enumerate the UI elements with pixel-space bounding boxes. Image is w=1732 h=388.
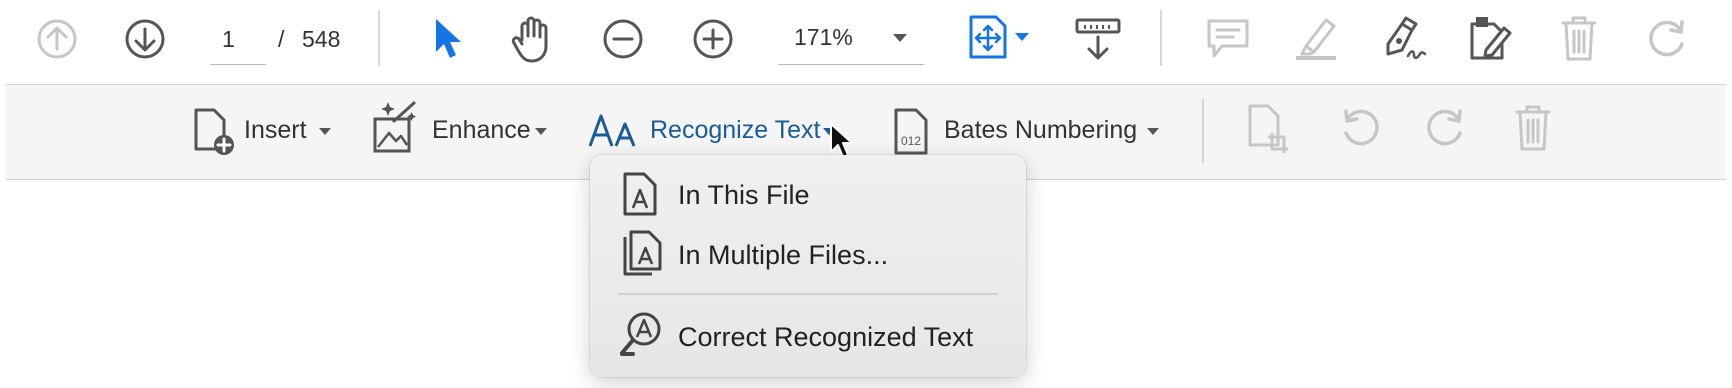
rotate-counterclockwise-icon[interactable]: [1336, 107, 1382, 151]
zoom-dropdown-icon[interactable]: [892, 32, 908, 44]
menu-item-in-multiple-files[interactable]: In Multiple Files...: [590, 229, 1026, 281]
recognize-text-button[interactable]: Recognize Text: [588, 107, 844, 157]
toolbar-divider: [378, 10, 380, 66]
insert-label: Insert: [244, 116, 307, 144]
main-toolbar: 1 / 548 171%: [6, 0, 1726, 85]
zoom-underline: [778, 64, 924, 65]
edit-pdf-icon[interactable]: [1466, 14, 1516, 64]
measure-icon[interactable]: [1074, 16, 1122, 64]
insert-dropdown-icon: [319, 128, 331, 135]
fill-and-sign-icon[interactable]: [1380, 14, 1428, 64]
delete-icon[interactable]: [1560, 14, 1598, 62]
crop-page-icon[interactable]: [1246, 103, 1292, 155]
enhance-label: Enhance: [432, 116, 531, 144]
zoom-in-icon[interactable]: [692, 18, 734, 60]
insert-page-icon: [194, 108, 234, 155]
page-total: 548: [302, 26, 341, 52]
zoom-level[interactable]: 171%: [794, 24, 853, 51]
menu-separator: [618, 293, 998, 295]
zoom-out-icon[interactable]: [602, 18, 644, 60]
bates-numbering-button[interactable]: 012 Bates Numbering: [892, 107, 1172, 157]
hand-tool-icon[interactable]: [510, 14, 558, 64]
recognize-text-label: Recognize Text: [650, 116, 821, 144]
menu-item-label: In Multiple Files...: [678, 240, 889, 270]
insert-button[interactable]: Insert: [192, 107, 342, 157]
multiple-files-text-icon: [623, 230, 662, 276]
bates-numbering-label: Bates Numbering: [944, 116, 1138, 144]
single-file-text-icon: [623, 172, 657, 216]
toolbar-divider-3: [1202, 99, 1204, 163]
recognize-text-icon: [588, 114, 636, 147]
menu-item-label: In This File: [678, 180, 810, 210]
page-display-icon[interactable]: [968, 14, 1008, 60]
bates-numbering-dropdown-icon: [1147, 128, 1159, 135]
redo-icon[interactable]: [1646, 18, 1692, 62]
highlighter-icon[interactable]: [1292, 14, 1340, 62]
comment-icon[interactable]: [1206, 18, 1250, 60]
svg-text:012: 012: [901, 134, 921, 148]
bates-numbering-icon: 012: [894, 108, 928, 155]
page-separator: /: [278, 26, 285, 52]
delete-page-icon[interactable]: [1514, 103, 1552, 153]
previous-page-icon[interactable]: [36, 18, 78, 60]
menu-item-in-this-file[interactable]: In This File: [590, 169, 1026, 221]
recognize-text-menu: In This File In Multiple Files... Correc…: [590, 155, 1026, 377]
enhance-button[interactable]: Enhance: [372, 101, 552, 157]
toolbar-divider-2: [1160, 10, 1162, 66]
correct-text-icon: [620, 312, 661, 356]
rotate-clockwise-icon[interactable]: [1424, 107, 1470, 151]
enhance-icon: [373, 101, 416, 153]
menu-item-correct-recognized-text[interactable]: Correct Recognized Text: [590, 311, 1026, 363]
next-page-icon[interactable]: [124, 18, 166, 60]
page-number-input[interactable]: 1: [222, 26, 235, 53]
page-display-dropdown-icon[interactable]: [1014, 31, 1030, 43]
page-input-underline: [210, 64, 266, 65]
enhance-dropdown-icon: [535, 128, 547, 135]
select-tool-icon[interactable]: [432, 16, 466, 62]
menu-item-label: Correct Recognized Text: [678, 322, 974, 352]
